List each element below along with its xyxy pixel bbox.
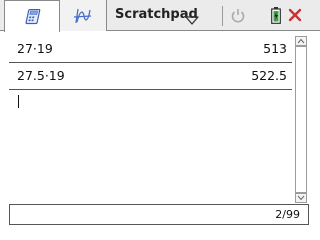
history-expression: 27.5·19 <box>17 68 65 83</box>
document-title-menu[interactable]: Scratchpad <box>107 0 215 31</box>
history-row[interactable]: 27·19 513 <box>9 38 291 60</box>
entry-line[interactable] <box>9 91 291 111</box>
calculator-icon <box>25 8 41 29</box>
history-result: 513 <box>263 41 287 56</box>
tab-graphs[interactable] <box>60 0 107 31</box>
text-cursor <box>18 95 19 108</box>
scrollbar[interactable] <box>295 36 308 203</box>
history-expression: 27·19 <box>17 41 53 56</box>
tab-bar: Scratchpad <box>0 0 320 32</box>
history-result: 522.5 <box>251 68 287 83</box>
scroll-down-button[interactable] <box>295 193 307 203</box>
undo-button[interactable] <box>222 6 250 26</box>
scroll-up-icon <box>297 38 305 44</box>
close-button[interactable] <box>286 6 304 24</box>
close-icon <box>288 8 302 22</box>
scroll-up-button[interactable] <box>295 36 307 46</box>
row-divider <box>9 89 292 90</box>
history-row[interactable]: 27.5·19 522.5 <box>9 65 291 87</box>
graph-icon <box>73 8 92 28</box>
page-indicator: 2/99 <box>275 208 300 221</box>
battery-icon <box>271 7 281 28</box>
scroll-down-icon <box>297 195 305 201</box>
row-divider <box>9 62 292 63</box>
status-bar: 2/99 <box>9 204 309 225</box>
scratchpad-window: Scratchpad 27·19 513 27.5·19 522.5 2/99 <box>0 0 320 240</box>
chevron-down-icon <box>185 10 199 29</box>
tab-calculator[interactable] <box>4 0 60 32</box>
scroll-thumb[interactable] <box>295 46 307 193</box>
undo-icon <box>231 9 245 23</box>
